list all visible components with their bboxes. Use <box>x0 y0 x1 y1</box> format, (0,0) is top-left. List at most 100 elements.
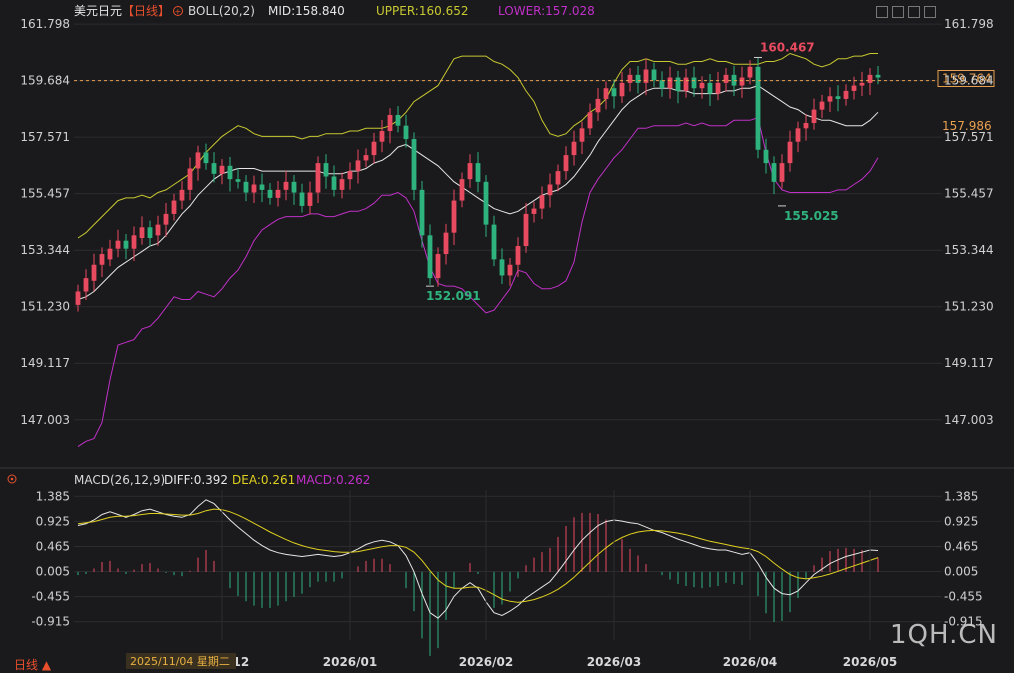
high-annotation: 160.467 <box>760 40 815 54</box>
macd-tick-label: -0.915 <box>31 615 70 629</box>
candle-body <box>171 200 177 214</box>
price-tick-label: 153.344 <box>20 243 70 257</box>
candle-body <box>451 200 457 233</box>
candle-body <box>387 114 393 132</box>
candle-body <box>483 181 489 225</box>
crosshair-icon[interactable] <box>892 6 904 18</box>
candle-body <box>235 179 241 182</box>
candle-body <box>555 171 561 185</box>
candle-body <box>619 82 625 97</box>
candle-body <box>523 213 529 247</box>
macd-tick-label: -0.455 <box>31 590 70 604</box>
date-tick-label: 2026/04 <box>723 655 777 669</box>
macd-tick-label: 0.005 <box>36 565 70 579</box>
macd-tick-label-right: 0.005 <box>944 565 978 579</box>
candle-body <box>875 74 881 78</box>
candle-body <box>755 66 761 150</box>
macd-settings-dot <box>10 477 14 481</box>
candle-body <box>315 163 321 193</box>
candle-body <box>595 98 601 113</box>
right-price-axis: 161.798 159.684 157.571 155.457 153.344 151.2… <box>944 17 994 427</box>
candle-body <box>243 181 249 193</box>
candle-body <box>771 163 777 182</box>
candle-body <box>83 278 89 292</box>
price-tick-label-right: 161.798 <box>944 17 994 31</box>
candle-body <box>611 88 617 97</box>
macd-grid <box>0 467 1014 623</box>
candle-body <box>579 128 585 142</box>
candle-body <box>219 165 225 174</box>
candle-body <box>515 246 521 265</box>
move-icon[interactable] <box>876 6 888 18</box>
candle-body <box>155 224 161 236</box>
macd-tick-label-right: -0.455 <box>944 590 983 604</box>
candle-body <box>299 192 305 206</box>
candle-body <box>291 181 297 193</box>
candle-body <box>571 141 577 156</box>
macd-indicator-name[interactable]: MACD(26,12,9) <box>74 473 165 487</box>
price-tick-label-right: 155.457 <box>944 187 994 201</box>
candle-body <box>163 213 169 225</box>
candle-body <box>347 171 353 180</box>
candle-body <box>139 227 145 238</box>
macd-tick-label-right: 0.465 <box>944 539 978 553</box>
boll-mid-value: MID:158.840 <box>268 4 345 18</box>
candle-body <box>475 163 481 182</box>
candle-body <box>627 74 633 83</box>
candle-body <box>811 109 817 123</box>
candle-body <box>435 254 441 279</box>
price-chart-canvas[interactable]: 159.764157.986160.467152.091155.025 161.… <box>0 0 1014 673</box>
macd-tick-label: 0.925 <box>36 514 70 528</box>
candle-body <box>659 80 665 89</box>
candle-body <box>123 240 129 249</box>
cursor-date: 2025/11/04 星期二 <box>130 655 230 668</box>
price-tick-label: 155.457 <box>20 187 70 201</box>
candle-body <box>339 179 345 190</box>
maximize-icon[interactable] <box>908 6 920 18</box>
period-tag[interactable]: 【日线】 <box>122 4 170 18</box>
candle-body <box>835 96 841 99</box>
candle-body <box>427 235 433 279</box>
candle-body <box>307 192 313 206</box>
price-tick-label: 149.117 <box>20 356 70 370</box>
period-switch-button[interactable]: 日线 ▲ <box>14 656 51 673</box>
candle-body <box>91 264 97 281</box>
price-tick-label-right: 159.684 <box>944 74 994 88</box>
candle-body <box>763 149 769 164</box>
restore-icon[interactable] <box>924 6 936 18</box>
candle-body <box>131 235 137 249</box>
low-annotation: 155.025 <box>784 209 839 223</box>
candle-body <box>739 77 745 86</box>
low-annotation: 152.091 <box>426 289 481 303</box>
candle-body <box>499 259 505 276</box>
candle-body <box>195 152 201 169</box>
candle-body <box>603 88 609 99</box>
price-tick-label-right: 153.344 <box>944 243 994 257</box>
candle-body <box>707 82 713 94</box>
candle-body <box>331 176 337 190</box>
window-toolbar <box>876 6 936 18</box>
macd-macd-value: MACD:0.262 <box>296 473 370 487</box>
candle-body <box>699 82 705 89</box>
left-price-axis: 161.798 159.684 157.571 155.457 153.344 151.2… <box>20 17 70 427</box>
candle-body <box>851 85 857 91</box>
candle-body <box>843 90 849 99</box>
candle-body <box>467 163 473 180</box>
candle-body <box>147 227 153 238</box>
candle-body <box>267 189 273 198</box>
candle-body <box>667 77 673 89</box>
candle-body <box>371 141 377 156</box>
candle-body <box>547 184 553 196</box>
boll-indicator-name[interactable]: BOLL(20,2) <box>188 4 255 18</box>
candle-body <box>107 248 113 260</box>
candle-body <box>323 163 329 177</box>
candle-body <box>179 189 185 201</box>
candlesticks <box>75 58 881 312</box>
candle-body <box>355 160 361 172</box>
candle-body <box>75 291 81 305</box>
candle-body <box>211 163 217 174</box>
candle-body <box>115 240 121 249</box>
candle-body <box>283 181 289 190</box>
candle-body <box>379 131 385 142</box>
add-indicator-plus: + <box>175 7 182 16</box>
